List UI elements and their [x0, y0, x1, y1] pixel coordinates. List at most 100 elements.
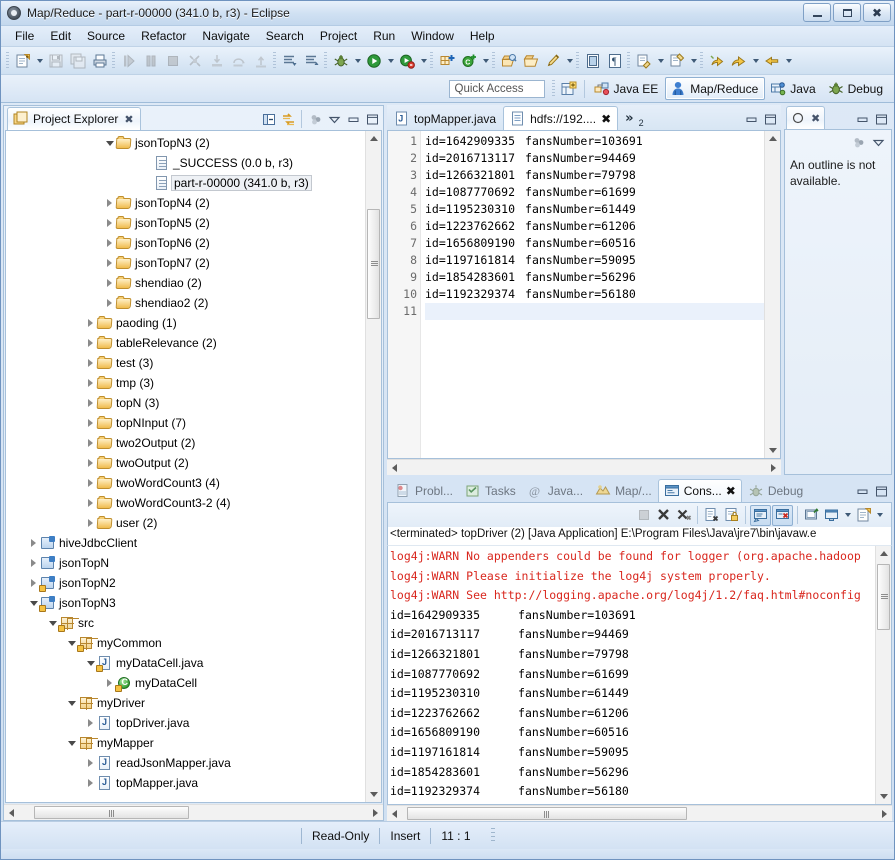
next-edit-icon[interactable]	[634, 51, 654, 71]
chevron-right-icon[interactable]	[103, 279, 116, 287]
chevron-down-icon[interactable]	[750, 51, 761, 71]
console-tab-java[interactable]: @ Java...	[522, 479, 589, 502]
chevron-right-icon[interactable]	[103, 259, 116, 267]
menu-window[interactable]: Window	[403, 27, 462, 45]
scroll-up-arrow[interactable]	[876, 546, 891, 561]
terminate-icon[interactable]	[634, 506, 653, 525]
show-whitespace-icon[interactable]: ¶	[605, 51, 625, 71]
tree-item[interactable]: tmp (3)	[6, 373, 365, 393]
tree-item[interactable]: myDataCell	[6, 673, 365, 693]
tree-item[interactable]: twoWordCount3-2 (4)	[6, 493, 365, 513]
tree-item[interactable]: topMapper.java	[6, 773, 365, 793]
scroll-left-arrow[interactable]	[387, 806, 402, 821]
scroll-right-arrow[interactable]	[877, 806, 892, 821]
tree-item[interactable]: paoding (1)	[6, 313, 365, 333]
maximize-icon[interactable]	[873, 111, 889, 127]
view-menu-icon[interactable]	[870, 134, 886, 150]
chevron-down-icon[interactable]	[564, 51, 575, 71]
tree-item[interactable]: test (3)	[6, 353, 365, 373]
menu-file[interactable]: File	[7, 27, 42, 45]
scroll-right-arrow[interactable]	[766, 460, 781, 475]
minimize-button[interactable]	[803, 3, 831, 22]
new-icon[interactable]	[13, 51, 33, 71]
tree-item[interactable]: topN (3)	[6, 393, 365, 413]
editor-tab-hdfs[interactable]: hdfs://192.... ✖	[503, 106, 619, 130]
chevron-right-icon[interactable]	[84, 779, 97, 787]
chevron-right-icon[interactable]	[103, 199, 116, 207]
console-tab-tasks[interactable]: Tasks	[459, 479, 522, 502]
scroll-lock-icon[interactable]	[722, 506, 741, 525]
back-history-icon[interactable]	[707, 51, 727, 71]
chevron-down-icon[interactable]	[418, 51, 429, 71]
chevron-right-icon[interactable]	[84, 379, 97, 387]
maximize-icon[interactable]	[873, 483, 889, 499]
close-button[interactable]: ✖	[863, 3, 891, 22]
toolbar-grip[interactable]	[324, 51, 327, 70]
perspective-java-ee[interactable]: Java EE	[589, 77, 666, 100]
forward-icon[interactable]	[762, 51, 782, 71]
resume-icon[interactable]	[119, 51, 139, 71]
scroll-down-arrow[interactable]	[765, 443, 780, 458]
tree-item[interactable]: jsonTopN	[6, 553, 365, 573]
maximize-icon[interactable]	[762, 111, 778, 127]
maximize-icon[interactable]	[364, 111, 380, 127]
display-selected-console-icon[interactable]	[822, 506, 841, 525]
scroll-up-arrow[interactable]	[765, 131, 780, 146]
tree-item[interactable]: tableRelevance (2)	[6, 333, 365, 353]
editor-text[interactable]: id=1642909335 fansNumber=103691 id=2016713…	[421, 131, 764, 458]
terminate-icon[interactable]	[163, 51, 183, 71]
focus-icon[interactable]	[850, 134, 866, 150]
menu-edit[interactable]: Edit	[42, 27, 79, 45]
quick-access-input[interactable]: Quick Access	[448, 79, 545, 98]
step-return-icon[interactable]	[251, 51, 271, 71]
chevron-down-icon[interactable]	[65, 701, 78, 706]
menu-help[interactable]: Help	[462, 27, 503, 45]
toggle-block-selection-icon[interactable]	[583, 51, 603, 71]
new-java-class-icon[interactable]: C	[459, 51, 479, 71]
step-into-icon[interactable]	[207, 51, 227, 71]
previous-edit-icon[interactable]	[667, 51, 687, 71]
pin-console-icon[interactable]	[802, 506, 821, 525]
toolbar-grip[interactable]	[430, 51, 433, 70]
tree-item[interactable]: jsonTopN6 (2)	[6, 233, 365, 253]
chevron-right-icon[interactable]	[84, 519, 97, 527]
step-over-icon[interactable]	[229, 51, 249, 71]
maximize-button[interactable]	[833, 3, 861, 22]
chevron-right-icon[interactable]	[84, 359, 97, 367]
menu-search[interactable]: Search	[258, 27, 312, 45]
console-tab-debug[interactable]: Debug	[742, 479, 809, 502]
chevron-right-icon[interactable]	[84, 499, 97, 507]
chevron-right-icon[interactable]	[103, 219, 116, 227]
chevron-right-icon[interactable]	[27, 559, 40, 567]
open-console-icon[interactable]	[854, 506, 873, 525]
chevron-down-icon[interactable]	[480, 51, 491, 71]
chevron-right-icon[interactable]	[84, 459, 97, 467]
remove-launch-icon[interactable]	[654, 506, 673, 525]
search-icon[interactable]	[543, 51, 563, 71]
menu-project[interactable]: Project	[312, 27, 365, 45]
tree-item[interactable]: topNInput (7)	[6, 413, 365, 433]
scroll-up-arrow[interactable]	[366, 131, 381, 146]
open-task-icon[interactable]	[521, 51, 541, 71]
toolbar-grip[interactable]	[627, 51, 630, 70]
tree-item[interactable]: src	[6, 613, 365, 633]
previous-annotation-icon[interactable]	[302, 51, 322, 71]
console-output[interactable]: log4j:WARN No appenders could be found f…	[388, 546, 875, 804]
save-icon[interactable]	[46, 51, 66, 71]
view-menu-icon[interactable]	[326, 111, 342, 127]
perspective-map-reduce[interactable]: Map/Reduce	[665, 77, 766, 100]
save-all-icon[interactable]	[68, 51, 88, 71]
tree-item[interactable]: jsonTopN3 (2)	[6, 133, 365, 153]
run-icon[interactable]	[364, 51, 384, 71]
project-tree[interactable]: jsonTopN3 (2) _SUCCESS (0.0 b, r3) part-r-…	[6, 131, 365, 802]
chevron-right-icon[interactable]	[84, 319, 97, 327]
toolbar-grip[interactable]	[576, 51, 579, 70]
scroll-thumb[interactable]	[877, 564, 890, 630]
perspective-java[interactable]: Java	[765, 77, 822, 100]
chevron-down-icon[interactable]	[34, 51, 45, 71]
tree-item[interactable]: myCommon	[6, 633, 365, 653]
chevron-right-icon[interactable]	[84, 419, 97, 427]
scroll-down-arrow[interactable]	[366, 787, 381, 802]
toolbar-grip[interactable]	[273, 51, 276, 70]
show-console-on-error-icon[interactable]	[772, 504, 793, 526]
